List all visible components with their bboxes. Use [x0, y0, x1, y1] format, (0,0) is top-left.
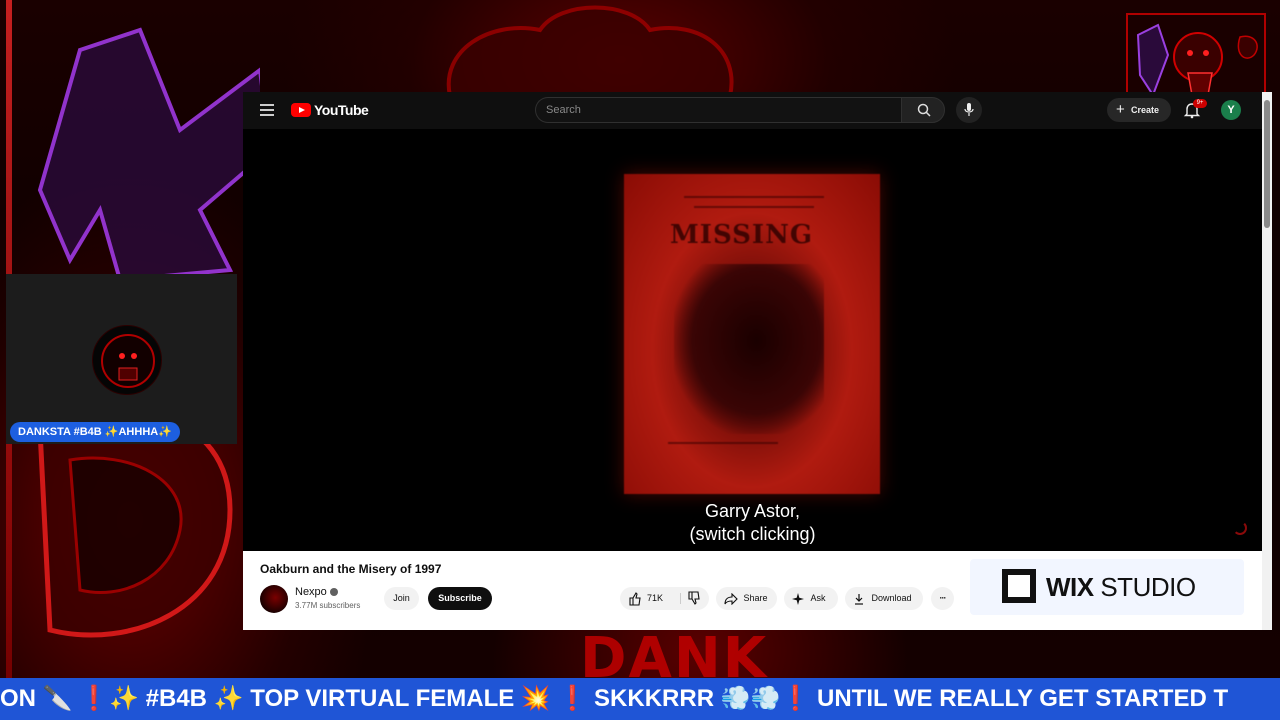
share-button[interactable]: Share: [716, 587, 777, 610]
ask-button[interactable]: Ask: [784, 587, 838, 610]
channel-avatar[interactable]: [260, 585, 288, 613]
subscribe-button[interactable]: Subscribe: [428, 587, 492, 610]
subscriber-count: 3.77M subscribers: [295, 601, 361, 610]
hamburger-icon[interactable]: [260, 104, 274, 116]
scrollbar-thumb[interactable]: [1264, 100, 1270, 228]
verified-icon: [329, 588, 338, 597]
share-icon: [724, 592, 738, 605]
account-avatar[interactable]: Y: [1221, 100, 1241, 120]
ad-brand-text: WIX STUDIO: [1046, 572, 1196, 603]
video-info-panel: Oakburn and the Misery of 1997 Nexpo 3.7…: [243, 551, 1272, 630]
streamer-name-tag: DANKSTA #B4B ✨AHHHA✨: [10, 422, 180, 442]
poster-figure: [674, 264, 824, 434]
channel-name[interactable]: Nexpo: [295, 586, 338, 598]
stream-top-decoration: [446, 5, 734, 96]
scrolling-ticker: ON 🔪 ❗✨ #B4B ✨ TOP VIRTUAL FEMALE 💥 ❗ SK…: [0, 678, 1280, 720]
youtube-logo-icon: [291, 103, 311, 117]
webcam-panel: DANKSTA #B4B ✨AHHHA✨: [6, 274, 237, 444]
poster-heading: MISSING: [670, 220, 814, 250]
sponsored-ad-banner[interactable]: WIX STUDIO: [970, 559, 1244, 615]
poster-text-line: [684, 196, 824, 198]
stream-overlay: DANK DANKSTA #B4B ✨AHHHA✨ YouTube Search…: [0, 0, 1280, 720]
search-icon: [917, 103, 931, 117]
caption-line-2: (switch clicking): [689, 524, 816, 544]
share-label: Share: [743, 593, 768, 603]
ask-label: Ask: [810, 593, 826, 603]
avatar-art: [101, 334, 155, 388]
loading-spinner-icon: [1233, 521, 1247, 535]
more-icon[interactable]: ···: [931, 587, 954, 610]
poster-text-line: [668, 442, 778, 444]
video-frame-missing-poster: MISSING: [624, 174, 880, 494]
download-label: Download: [871, 593, 912, 603]
search-button[interactable]: [901, 97, 945, 123]
streamer-avatar: [92, 325, 162, 395]
video-title: Oakburn and the Misery of 1997: [260, 562, 442, 576]
youtube-logo-text: YouTube: [314, 102, 369, 118]
plus-icon: +: [1116, 101, 1125, 118]
like-dislike-group: 71K: [620, 587, 709, 610]
search-input[interactable]: Search: [535, 97, 901, 123]
poster-text-line: [694, 206, 814, 208]
mic-icon: [964, 103, 974, 116]
youtube-window: YouTube Search + Create 9+ Y MISSING Gar…: [243, 92, 1272, 630]
ad-brand-thin: STUDIO: [1100, 572, 1196, 602]
download-button[interactable]: Download: [845, 587, 923, 610]
like-count[interactable]: 71K: [647, 587, 663, 610]
youtube-logo[interactable]: YouTube: [291, 102, 369, 118]
video-caption: Garry Astor, (switch clicking): [243, 500, 1262, 546]
wix-logo-icon: [1002, 569, 1036, 603]
thumbs-down-icon[interactable]: [687, 587, 701, 610]
ticker-text: ON 🔪 ❗✨ #B4B ✨ TOP VIRTUAL FEMALE 💥 ❗ SK…: [0, 685, 1229, 712]
video-player[interactable]: MISSING Garry Astor, (switch clicking): [243, 129, 1262, 551]
youtube-header: YouTube Search + Create 9+ Y: [243, 92, 1262, 129]
join-button[interactable]: Join: [384, 587, 419, 610]
like-divider: [680, 593, 681, 604]
notification-badge: 9+: [1193, 99, 1207, 108]
create-button[interactable]: + Create: [1107, 98, 1171, 122]
thumbs-up-icon[interactable]: [628, 587, 642, 610]
download-icon: [855, 593, 863, 605]
ad-brand-bold: WIX: [1046, 572, 1094, 602]
caption-line-1: Garry Astor,: [704, 501, 801, 521]
channel-name-text: Nexpo: [295, 586, 327, 598]
voice-search-button[interactable]: [956, 97, 982, 123]
ask-sparkle-icon: [792, 592, 804, 605]
create-label: Create: [1131, 105, 1160, 115]
